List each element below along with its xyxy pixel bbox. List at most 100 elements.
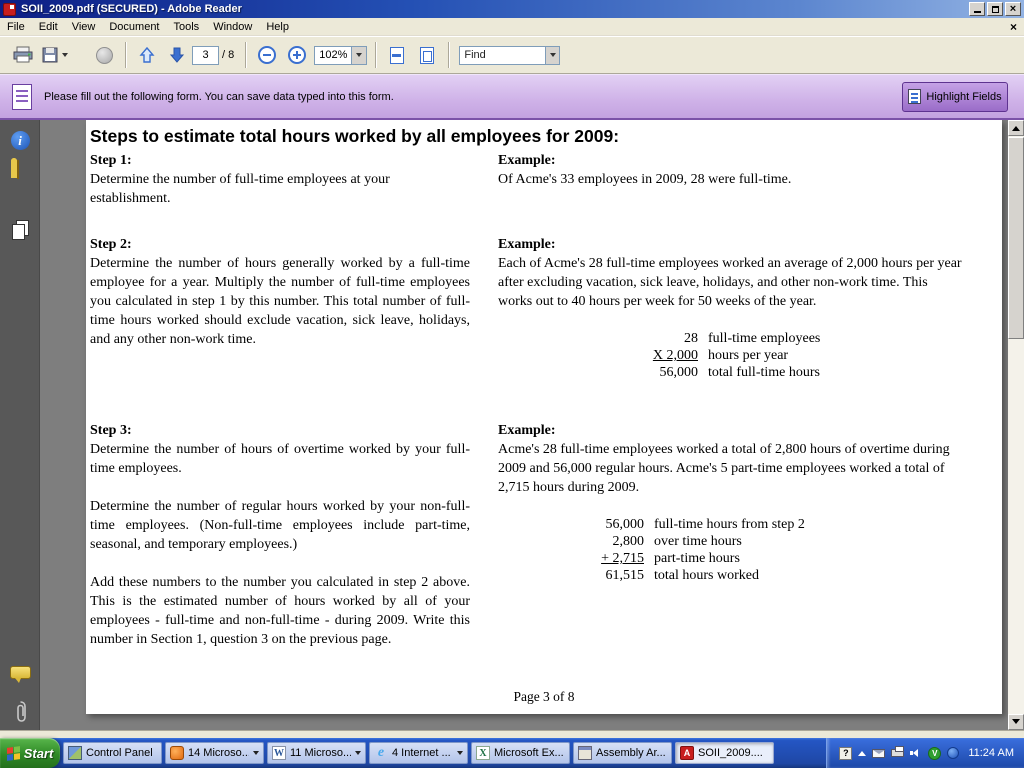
- calc-label: hours per year: [708, 347, 820, 364]
- calc-row: X 2,000 hours per year: [638, 347, 820, 364]
- scroll-down-button[interactable]: [1008, 714, 1024, 730]
- taskbar-group-office[interactable]: 14 Microso...: [165, 742, 264, 764]
- start-button[interactable]: Start: [0, 738, 60, 768]
- zoom-level-select[interactable]: 102%: [314, 46, 367, 65]
- chevron-down-icon: [550, 53, 556, 57]
- save-icon: [41, 46, 59, 64]
- close-icon: ×: [1010, 4, 1016, 15]
- step3-text-3: Add these numbers to the number you calc…: [90, 573, 470, 649]
- calc-row: 61,515 total hours worked: [590, 567, 805, 584]
- fit-width-button[interactable]: [382, 40, 412, 70]
- arrow-down-icon: [1012, 719, 1020, 728]
- attachments-pane-button[interactable]: [0, 700, 40, 724]
- menu-document[interactable]: Document: [102, 19, 166, 35]
- taskbar-item-assembly[interactable]: Assembly Ar...: [573, 742, 672, 764]
- reader-body: i Steps to: [0, 120, 1024, 730]
- example2-title: Example:: [498, 235, 962, 254]
- calc-label: full-time hours from step 2: [654, 516, 805, 533]
- highlight-fields-button[interactable]: Highlight Fields: [902, 82, 1008, 112]
- page-title: Steps to estimate total hours worked by …: [90, 126, 619, 147]
- close-button[interactable]: ×: [1005, 2, 1021, 16]
- calc-row: 56,000 total full-time hours: [638, 364, 820, 381]
- next-page-button[interactable]: [162, 40, 192, 70]
- antivirus-tray-icon[interactable]: V: [928, 747, 941, 760]
- printer-tray-icon[interactable]: [891, 749, 904, 757]
- taskbar: Start Control Panel 14 Microso... W 11 M…: [0, 738, 1024, 768]
- taskbar-item-soii-pdf[interactable]: A SOII_2009....: [675, 742, 774, 764]
- calc-row: + 2,715 part-time hours: [590, 550, 805, 567]
- toolbar-separator: [448, 42, 449, 68]
- toolbar-separator: [245, 42, 246, 68]
- calc-value: + 2,715: [590, 550, 654, 567]
- mail-tray-icon[interactable]: [872, 749, 885, 758]
- zoom-in-icon: [288, 46, 306, 64]
- paperclip-icon: [13, 700, 28, 724]
- close-document-button[interactable]: ×: [1003, 20, 1024, 34]
- calc-value: X 2,000: [638, 347, 708, 364]
- example3-title: Example:: [498, 421, 962, 440]
- calc-value: 56,000: [638, 364, 708, 381]
- menu-file[interactable]: File: [0, 19, 32, 35]
- menubar: File Edit View Document Tools Window Hel…: [0, 18, 1024, 36]
- arrow-down-icon: [168, 46, 186, 64]
- taskbar-group-internet-explorer[interactable]: e 4 Internet ...: [369, 742, 468, 764]
- step1-text: Determine the number of full-time employ…: [90, 170, 470, 208]
- print-button[interactable]: [8, 40, 38, 70]
- lock-icon: [11, 161, 29, 179]
- calc-label: part-time hours: [654, 550, 805, 567]
- comments-pane-button[interactable]: [0, 666, 40, 679]
- menu-help[interactable]: Help: [259, 19, 296, 35]
- restore-button[interactable]: [987, 2, 1003, 16]
- calc-row: 2,800 over time hours: [590, 533, 805, 550]
- taskbar-group-word[interactable]: W 11 Microso...: [267, 742, 366, 764]
- minimize-icon: [974, 11, 981, 13]
- show-hidden-icons-chevron[interactable]: [858, 751, 866, 756]
- vertical-scrollbar[interactable]: [1008, 120, 1024, 730]
- pages-pane-button[interactable]: [0, 220, 40, 241]
- info-pane-button[interactable]: i: [0, 131, 40, 150]
- taskbar-item-excel[interactable]: X Microsoft Ex...: [471, 742, 570, 764]
- collaborate-button-disabled[interactable]: [89, 40, 119, 70]
- adobe-reader-app-icon: [3, 3, 16, 16]
- find-input[interactable]: [459, 46, 545, 65]
- menu-edit[interactable]: Edit: [32, 19, 65, 35]
- zoom-dropdown-button[interactable]: [351, 47, 366, 64]
- help-tray-icon[interactable]: ?: [839, 747, 852, 760]
- menu-window[interactable]: Window: [206, 19, 259, 35]
- titlebar: SOII_2009.pdf (SECURED) - Adobe Reader ×: [0, 0, 1024, 18]
- fit-page-button[interactable]: [412, 40, 442, 70]
- zoom-in-button[interactable]: [282, 40, 312, 70]
- fit-page-icon: [420, 47, 434, 64]
- scroll-up-button[interactable]: [1008, 120, 1024, 136]
- form-message-bar: Please fill out the following form. You …: [0, 74, 1024, 120]
- page-number-input[interactable]: [192, 46, 219, 65]
- taskbar-item-control-panel[interactable]: Control Panel: [63, 742, 162, 764]
- example2-block: Example: Each of Acme's 28 full-time emp…: [498, 235, 962, 381]
- menu-view[interactable]: View: [65, 19, 103, 35]
- step3-block: Step 3: Determine the number of hours of…: [90, 421, 470, 668]
- taskbar-clock[interactable]: 11:24 AM: [968, 747, 1014, 759]
- calc-value: 28: [638, 330, 708, 347]
- minimize-button[interactable]: [969, 2, 985, 16]
- status-strip: [0, 730, 1024, 738]
- internet-explorer-icon: e: [374, 746, 388, 760]
- pdf-page: Steps to estimate total hours worked by …: [86, 120, 1002, 714]
- menu-tools[interactable]: Tools: [167, 19, 207, 35]
- chevron-down-icon: [457, 751, 463, 755]
- save-copy-button[interactable]: [38, 40, 71, 70]
- zoom-out-button[interactable]: [252, 40, 282, 70]
- volume-tray-icon[interactable]: [910, 747, 922, 759]
- document-area: Steps to estimate total hours worked by …: [40, 120, 1008, 730]
- previous-page-button[interactable]: [132, 40, 162, 70]
- info-icon: i: [11, 131, 30, 150]
- scrollbar-thumb[interactable]: [1008, 137, 1024, 339]
- network-tray-icon[interactable]: [947, 747, 959, 759]
- calc-label: total full-time hours: [708, 364, 820, 381]
- security-pane-button[interactable]: [0, 161, 40, 179]
- window-title: SOII_2009.pdf (SECURED) - Adobe Reader: [21, 3, 969, 15]
- page-count-label: / 8: [222, 49, 234, 61]
- step3-text-2: Determine the number of regular hours wo…: [90, 497, 470, 554]
- example1-title: Example:: [498, 151, 962, 170]
- calc-value: 2,800: [590, 533, 654, 550]
- find-dropdown-button[interactable]: [545, 46, 560, 65]
